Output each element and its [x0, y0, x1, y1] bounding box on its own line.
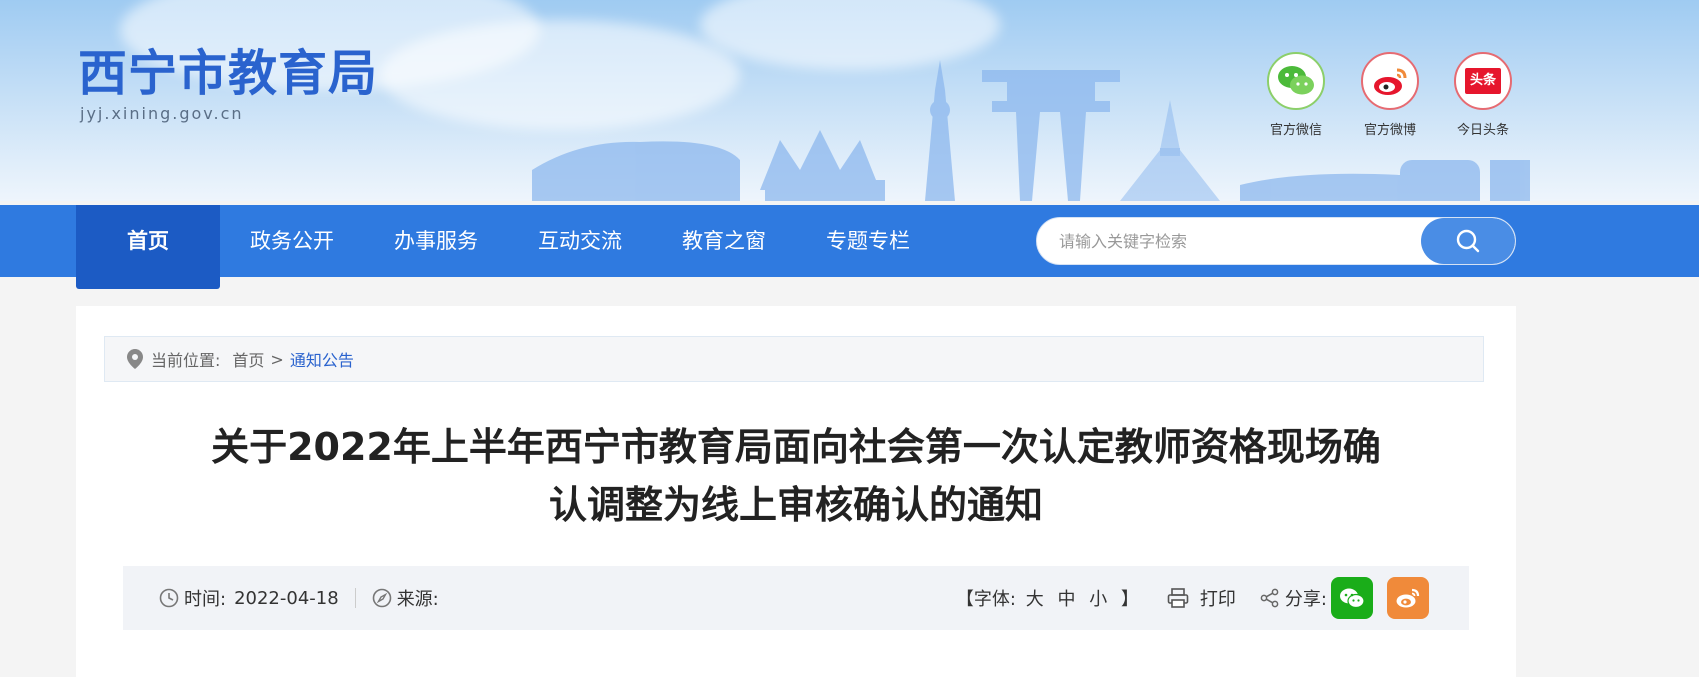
social-wechat[interactable]: 官方微信 — [1256, 52, 1336, 138]
breadcrumb-prefix: 当前位置: — [151, 351, 221, 370]
font-small-button[interactable]: 小 — [1089, 589, 1107, 610]
article-title-line: 关于2022年上半年西宁市教育局面向社会第一次认定教师资格现场确 — [211, 425, 1381, 469]
share-wechat-button[interactable] — [1331, 577, 1373, 619]
font-close: 】 — [1120, 589, 1139, 610]
breadcrumb-current[interactable]: 通知公告 — [290, 347, 354, 371]
time-value: 2022-04-18 — [234, 587, 339, 609]
font-size-control: 【字体: 大 中 小 】 — [956, 585, 1143, 611]
wechat-icon — [1340, 588, 1365, 609]
search-box — [1036, 217, 1516, 265]
meta-divider — [354, 588, 356, 608]
social-toutiao[interactable]: 头条 今日头条 — [1443, 52, 1523, 138]
nav-item-government-affairs[interactable]: 政务公开 — [230, 205, 354, 277]
breadcrumb-home[interactable]: 首页 — [232, 347, 264, 371]
print-button[interactable]: 打印 — [1200, 585, 1236, 611]
header-banner: 西宁市教育局 jyj.xining.gov.cn 官方微信 官方微博 头条 今日… — [0, 0, 1699, 201]
article-meta-bar: 时间: 2022-04-18 来源: 【字体: 大 中 小 】 打印 分享: — [123, 566, 1469, 630]
breadcrumb: 当前位置: 首页 > 通知公告 — [104, 336, 1484, 382]
wechat-icon — [1267, 52, 1325, 110]
search-icon — [1456, 229, 1480, 253]
nav-item-services[interactable]: 办事服务 — [374, 205, 498, 277]
article-title: 关于2022年上半年西宁市教育局面向社会第一次认定教师资格现场确 认调整为线上审… — [146, 418, 1446, 534]
compass-icon — [372, 588, 392, 608]
font-label: 【字体: — [955, 589, 1016, 610]
share-label: 分享: — [1284, 589, 1327, 610]
main-nav: 首页 政务公开 办事服务 互动交流 教育之窗 专题专栏 — [0, 205, 1699, 289]
location-pin-icon — [127, 349, 143, 369]
site-domain: jyj.xining.gov.cn — [80, 104, 244, 123]
social-label: 官方微信 — [1269, 123, 1322, 138]
article-title-line: 认调整为线上审核确认的通知 — [548, 483, 1043, 527]
time-label: 时间: — [184, 589, 227, 610]
source-label: 来源: — [396, 589, 439, 610]
search-input[interactable] — [1037, 218, 1427, 264]
meta-left: 时间: 2022-04-18 来源: — [159, 566, 439, 630]
toutiao-icon: 头条 — [1454, 52, 1512, 110]
meta-right: 【字体: 大 中 小 】 打印 分享: — [956, 566, 1429, 630]
breadcrumb-separator: > — [270, 349, 284, 369]
social-weibo[interactable]: 官方微博 — [1350, 52, 1430, 138]
weibo-icon — [1361, 52, 1419, 110]
toutiao-badge: 头条 — [1465, 68, 1501, 94]
social-label: 官方微博 — [1363, 123, 1416, 138]
search-button[interactable] — [1421, 218, 1515, 264]
site-title[interactable]: 西宁市教育局 — [78, 44, 378, 104]
nav-item-topics[interactable]: 专题专栏 — [806, 205, 930, 277]
nav-item-home[interactable]: 首页 — [76, 205, 220, 289]
font-medium-button[interactable]: 中 — [1057, 589, 1075, 610]
font-large-button[interactable]: 大 — [1026, 589, 1044, 610]
share-icon — [1260, 588, 1280, 608]
print-icon[interactable] — [1167, 588, 1189, 608]
share-weibo-button[interactable] — [1387, 577, 1429, 619]
clock-icon — [159, 588, 179, 608]
social-label: 今日头条 — [1456, 123, 1509, 138]
content-panel: 当前位置: 首页 > 通知公告 关于2022年上半年西宁市教育局面向社会第一次认… — [76, 306, 1516, 677]
weibo-icon — [1396, 588, 1420, 608]
nav-item-interaction[interactable]: 互动交流 — [518, 205, 642, 277]
nav-item-education[interactable]: 教育之窗 — [662, 205, 786, 277]
